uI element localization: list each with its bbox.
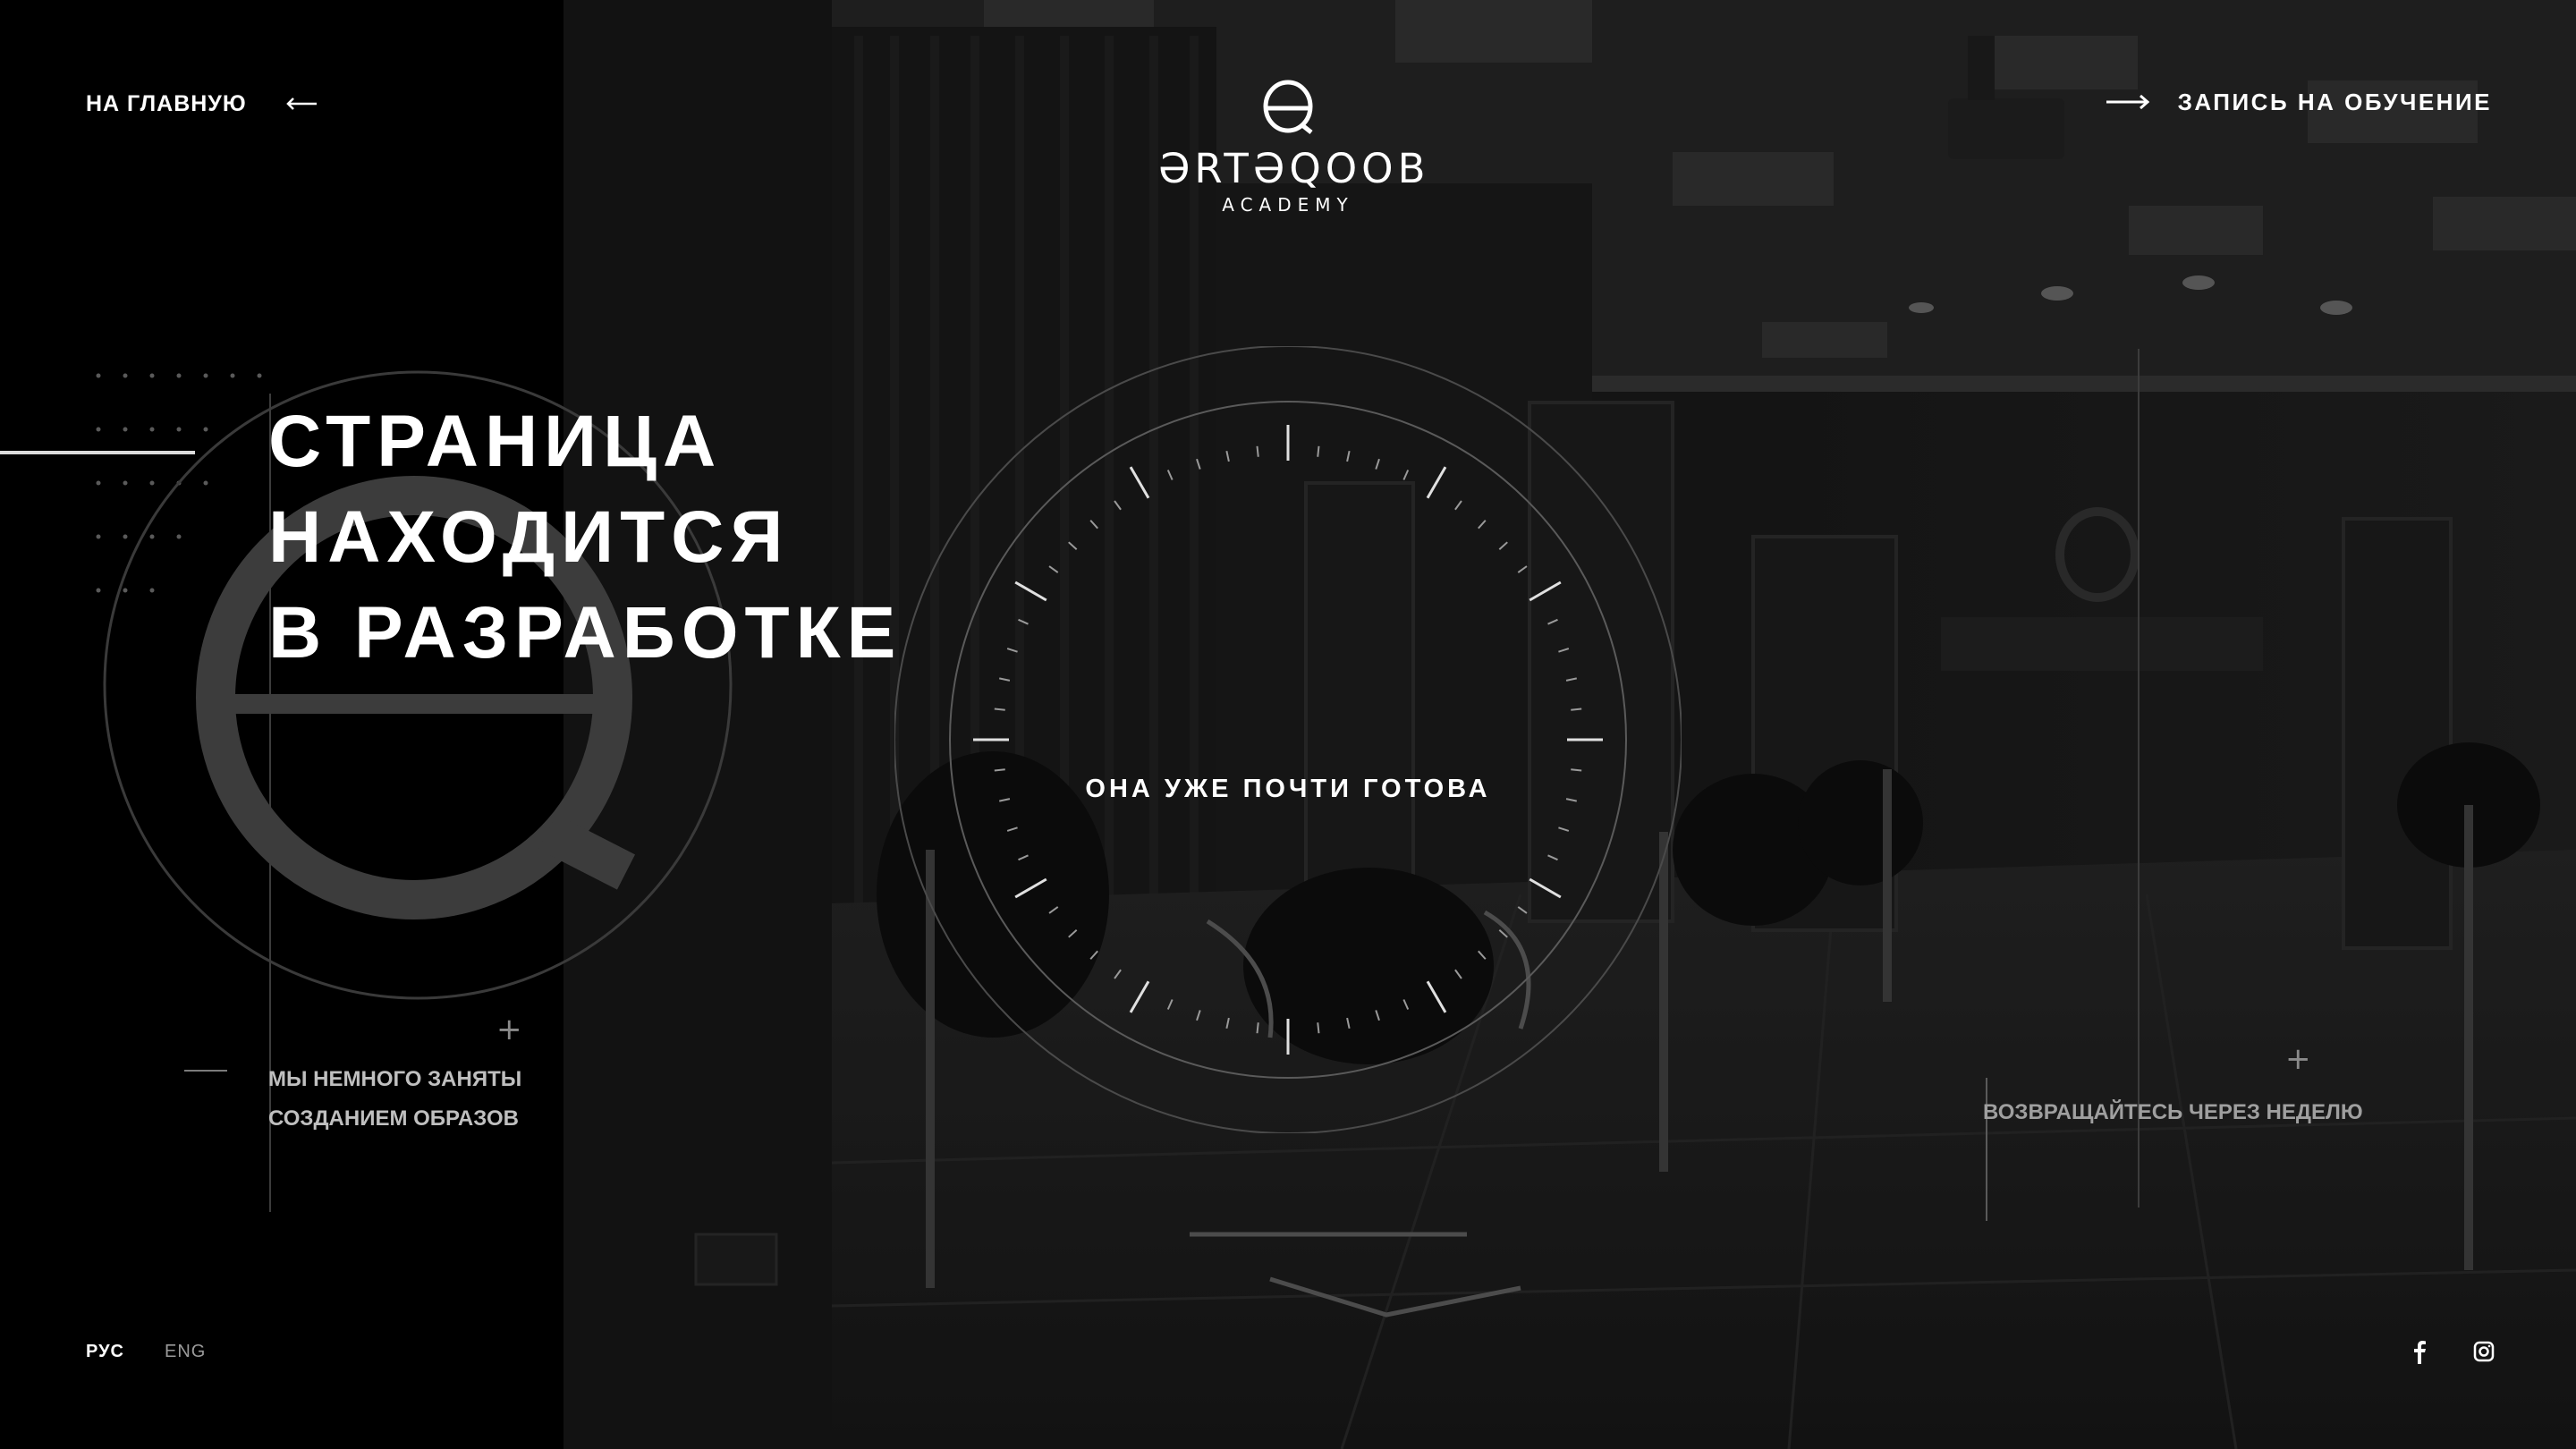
dial-tick — [1089, 520, 1098, 530]
dial-tick — [1565, 677, 1577, 682]
caption-left-line-2: СОЗДАНИЕМ ОБРАЗОВ — [268, 1106, 519, 1131]
dial-tick — [1048, 565, 1059, 573]
dial-tick — [1166, 999, 1174, 1010]
dial-tick — [1517, 906, 1528, 914]
dial-tick — [1014, 580, 1047, 602]
facebook-icon[interactable] — [2406, 1338, 2433, 1365]
dial-tick — [1547, 618, 1558, 625]
home-link[interactable]: НА ГЛАВНУЮ — [86, 89, 317, 118]
plus-icon: + — [2285, 1041, 2311, 1077]
dial-tick — [1517, 565, 1528, 573]
page-title-line-2: НАХОДИТСЯ — [268, 496, 790, 578]
dial-tick — [1571, 708, 1582, 711]
dial-tick — [1498, 541, 1508, 550]
dial-tick — [994, 768, 1005, 772]
enroll-link-label: ЗАПИСЬ НА ОБУЧЕНИЕ — [2177, 88, 2492, 115]
dial-tick — [1478, 520, 1487, 530]
instagram-icon[interactable] — [2470, 1338, 2497, 1365]
dial-tick — [1166, 470, 1174, 480]
status-message: ОНА УЖЕ ПОЧТИ ГОТОВА — [1085, 775, 1491, 803]
dial-tick — [1225, 1017, 1230, 1029]
progress-dial — [894, 346, 1682, 1133]
logo-mark-icon — [1263, 80, 1313, 134]
dial-tick — [1402, 470, 1410, 480]
dial-tick — [1018, 854, 1029, 861]
dial-tick — [1454, 500, 1462, 511]
dial-tick — [1346, 1017, 1351, 1029]
dial-tick — [1048, 906, 1059, 914]
dial-tick — [1426, 980, 1447, 1013]
dial-tick — [1018, 618, 1029, 625]
dial-tick — [1196, 458, 1201, 470]
enroll-link[interactable]: ЗАПИСЬ НА ОБУЧЕНИЕ — [2106, 86, 2492, 118]
caption-dash — [184, 1070, 227, 1072]
dial-tick — [1558, 648, 1570, 653]
dial-tick — [994, 708, 1005, 711]
decorative-large-logo-icon — [96, 370, 733, 1212]
dial-tick — [1375, 458, 1380, 470]
dial-tick — [1068, 541, 1078, 550]
dial-tick — [1006, 648, 1018, 653]
dial-tick — [1529, 580, 1562, 602]
logo-subtitle: ACADEMY — [1222, 194, 1354, 216]
page-title-line-3: В РАЗРАБОТКЕ — [268, 592, 902, 674]
dial-tick — [1006, 826, 1018, 832]
arrow-right-icon — [2106, 94, 2149, 110]
dial-tick — [1068, 929, 1078, 938]
dial-tick — [1426, 466, 1447, 499]
arrow-left-icon — [285, 97, 317, 110]
plus-icon: + — [496, 1012, 522, 1047]
dial-tick — [1498, 929, 1508, 938]
caption-right: ВОЗВРАЩАЙТЕСЬ ЧЕРЕЗ НЕДЕЛЮ — [1983, 1100, 2363, 1124]
dial-tick — [1196, 1010, 1201, 1021]
dial-tick — [1478, 950, 1487, 960]
logo-wordmark: ƏRTƏQOOB — [1158, 145, 1430, 192]
caption-right-rule — [1986, 1078, 1987, 1221]
caption-left-line-1: МЫ НЕМНОГО ЗАНЯТЫ — [268, 1067, 522, 1091]
academy-logo[interactable]: ƏRTƏQOOB ACADEMY — [1158, 79, 1430, 231]
dial-tick — [1375, 1010, 1380, 1021]
dial-tick — [1114, 969, 1122, 979]
language-rus[interactable]: РУС — [86, 1342, 124, 1362]
dial-tick — [1547, 854, 1558, 861]
dial-tick — [1402, 999, 1410, 1010]
dial-tick — [1225, 451, 1230, 462]
dial-tick — [1529, 877, 1562, 899]
dial-tick — [1565, 798, 1577, 802]
dial-ticks — [973, 425, 1603, 1055]
dial-tick — [1129, 466, 1150, 499]
caption-left: МЫ НЕМНОГО ЗАНЯТЫ СОЗДАНИЕМ ОБРАЗОВ — [268, 1060, 555, 1139]
dial-tick — [1571, 768, 1582, 772]
dial-tick — [1454, 969, 1462, 979]
page-title-line-1: СТРАНИЦА — [268, 401, 723, 482]
language-eng[interactable]: ENG — [165, 1342, 206, 1362]
dial-tick — [1346, 451, 1351, 462]
dial-tick — [999, 798, 1011, 802]
dial-tick — [1014, 877, 1047, 899]
home-link-label: НА ГЛАВНУЮ — [86, 90, 247, 116]
dial-tick — [1558, 826, 1570, 832]
headline-rule — [0, 451, 195, 454]
dial-tick — [1129, 980, 1150, 1013]
vertical-divider — [2138, 349, 2140, 1208]
dial-tick — [999, 677, 1011, 682]
dial-tick — [1089, 950, 1098, 960]
dial-tick — [1114, 500, 1122, 511]
page-title: СТРАНИЦА НАХОДИТСЯ В РАЗРАБОТКЕ — [268, 394, 948, 681]
